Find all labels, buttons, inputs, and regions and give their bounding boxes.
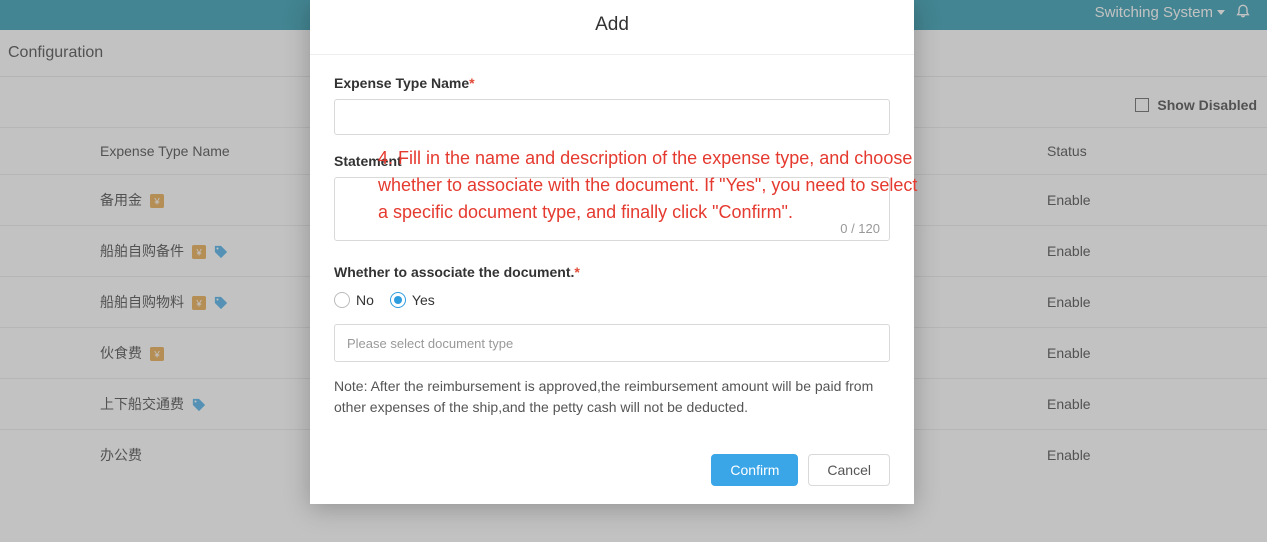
- add-modal: Add Expense Type Name* Statement 0 / 120…: [310, 0, 914, 504]
- associate-label: Whether to associate the document.*: [334, 264, 890, 280]
- modal-title: Add: [310, 0, 914, 55]
- statement-label: Statement: [334, 153, 890, 169]
- radio-no[interactable]: No: [334, 292, 374, 308]
- statement-textarea[interactable]: [334, 177, 890, 241]
- char-counter: 0 / 120: [840, 221, 880, 236]
- confirm-button[interactable]: Confirm: [711, 454, 798, 486]
- cancel-button[interactable]: Cancel: [808, 454, 890, 486]
- note-text: Note: After the reimbursement is approve…: [334, 376, 890, 418]
- expense-name-label: Expense Type Name*: [334, 75, 890, 91]
- expense-name-input[interactable]: [334, 99, 890, 135]
- document-type-select[interactable]: Please select document type: [334, 324, 890, 362]
- radio-yes[interactable]: Yes: [390, 292, 435, 308]
